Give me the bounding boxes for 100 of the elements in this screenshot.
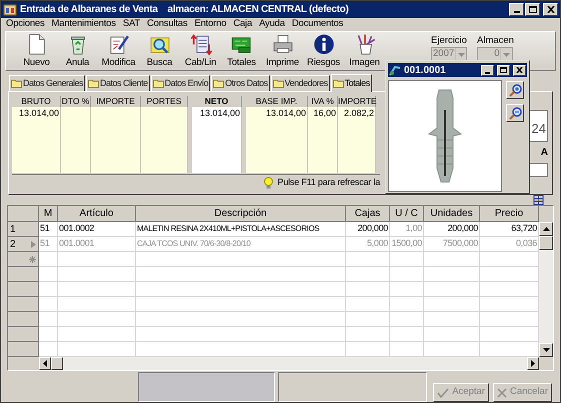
close-button[interactable]	[513, 64, 526, 76]
maximize-button[interactable]	[525, 3, 540, 16]
right-arrow-icon	[531, 360, 535, 367]
table-cell	[424, 342, 480, 357]
header-lines-icon	[188, 33, 212, 56]
table-cell: 5,000	[346, 237, 390, 252]
menu-item[interactable]: Caja	[233, 16, 252, 32]
toolbar-button[interactable]: Anula	[57, 33, 98, 70]
columns-icon	[533, 195, 544, 205]
total-field	[528, 163, 548, 177]
toolbar-button[interactable]: Imagen	[344, 33, 385, 70]
scroll-right-button[interactable]	[527, 357, 539, 370]
scroll-down-button[interactable]	[539, 343, 553, 357]
zoom-out-button[interactable]	[506, 104, 524, 122]
total-cell: 13.014,00	[246, 107, 308, 173]
toolbar-button[interactable]: Riesgos	[303, 33, 344, 70]
column-header[interactable]: Artículo	[58, 206, 136, 222]
row-header[interactable]	[8, 282, 39, 297]
field-label: Almacen	[477, 35, 514, 47]
toolbar-button[interactable]: Totales	[221, 33, 262, 70]
table-cell: 200,000	[346, 222, 390, 237]
row-header[interactable]	[8, 267, 39, 282]
tab[interactable]: Datos Generales	[9, 75, 86, 91]
menu-item[interactable]: Opciones	[6, 16, 45, 32]
folder-icon	[213, 79, 224, 88]
table-cell	[480, 327, 539, 342]
column-header[interactable]: Cajas	[346, 206, 390, 222]
zoom-in-button[interactable]	[506, 81, 524, 99]
row-header[interactable]	[8, 252, 39, 267]
lightbulb-icon	[262, 176, 274, 189]
total-label: A	[540, 146, 548, 160]
column-header[interactable]: Unidades	[424, 206, 480, 222]
total-cell: 13.014,00	[12, 107, 61, 173]
menu-item[interactable]: Entorno	[194, 16, 226, 32]
column-header[interactable]: M	[39, 206, 58, 222]
minimize-button[interactable]	[509, 3, 524, 16]
table-cell	[480, 252, 539, 267]
row-header[interactable]: 1	[8, 222, 39, 237]
menu-item[interactable]: Mantenimientos	[52, 16, 116, 32]
horizontal-scrollbar[interactable]	[39, 357, 539, 370]
image-window-icon	[389, 64, 401, 76]
toolbar-button[interactable]: Imprime	[262, 33, 303, 70]
table-cell	[39, 297, 58, 312]
up-arrow-icon	[542, 227, 550, 231]
column-header[interactable]: U / C	[390, 206, 424, 222]
scroll-thumb[interactable]	[51, 357, 63, 370]
table-cell	[390, 297, 424, 312]
table-cell: 200,000	[424, 222, 480, 237]
tab[interactable]: Totales	[330, 74, 372, 92]
row-header[interactable]	[8, 327, 39, 342]
column-header[interactable]: Descripción	[136, 206, 346, 222]
table-cell	[480, 267, 539, 282]
folder-icon	[11, 79, 22, 88]
table-cell	[390, 282, 424, 297]
tab[interactable]: Otros Datos	[211, 75, 270, 91]
table-cell	[39, 312, 58, 327]
row-header[interactable]	[8, 297, 39, 312]
menu-item[interactable]: Ayuda	[259, 16, 285, 32]
tab[interactable]: Datos Envío	[150, 75, 210, 91]
toolbar-button[interactable]: Busca	[139, 33, 180, 70]
field-label: Ejercicio	[431, 35, 467, 47]
close-button[interactable]	[543, 3, 558, 16]
table-cell: 51	[39, 222, 58, 237]
menu-item[interactable]: SAT	[122, 16, 140, 32]
left-arrow-icon	[43, 360, 47, 367]
maximize-button[interactable]	[497, 64, 510, 76]
table-cell	[346, 297, 390, 312]
vertical-scrollbar[interactable]	[539, 222, 553, 357]
total-cell	[91, 107, 141, 173]
toolbar-button[interactable]: Cab/Lin	[180, 33, 221, 70]
row-header[interactable]: 2	[8, 237, 39, 252]
table-cell	[390, 252, 424, 267]
scroll-thumb[interactable]	[539, 236, 553, 250]
table-cell: MALETIN RESINA 2X410ML+PISTOLA+ASCESORIOS	[136, 222, 346, 237]
toolbar-button[interactable]: Modifica	[98, 33, 139, 70]
table-cell	[39, 282, 58, 297]
toolbar-button[interactable]: Nuevo	[16, 33, 57, 70]
column-header: DTO %	[61, 96, 91, 107]
table-cell	[480, 342, 539, 357]
table-cell: 001.0001	[58, 237, 136, 252]
scroll-left-button[interactable]	[39, 357, 51, 370]
table-cell	[346, 252, 390, 267]
tab[interactable]: Datos Cliente	[86, 75, 150, 91]
column-header[interactable]: Precio	[480, 206, 539, 222]
scroll-up-button[interactable]	[539, 222, 553, 236]
dropdown-arrow-icon	[458, 52, 465, 56]
table-cell	[424, 252, 480, 267]
row-header[interactable]	[8, 312, 39, 327]
total-cell	[61, 107, 91, 173]
table-cell: 1,00	[390, 222, 424, 237]
table-cell	[346, 327, 390, 342]
menu-item[interactable]: Documentos	[292, 16, 344, 32]
table-cell	[390, 327, 424, 342]
table-cell	[424, 267, 480, 282]
table-cell: CAJA TCOS UNIV. 70/6-30/8-20/10	[136, 237, 346, 252]
minimize-icon	[514, 11, 520, 13]
table-cell	[424, 312, 480, 327]
tab[interactable]: Vendedores	[270, 75, 330, 91]
minimize-button[interactable]	[481, 64, 494, 76]
menu-item[interactable]: Consultas	[146, 16, 188, 32]
